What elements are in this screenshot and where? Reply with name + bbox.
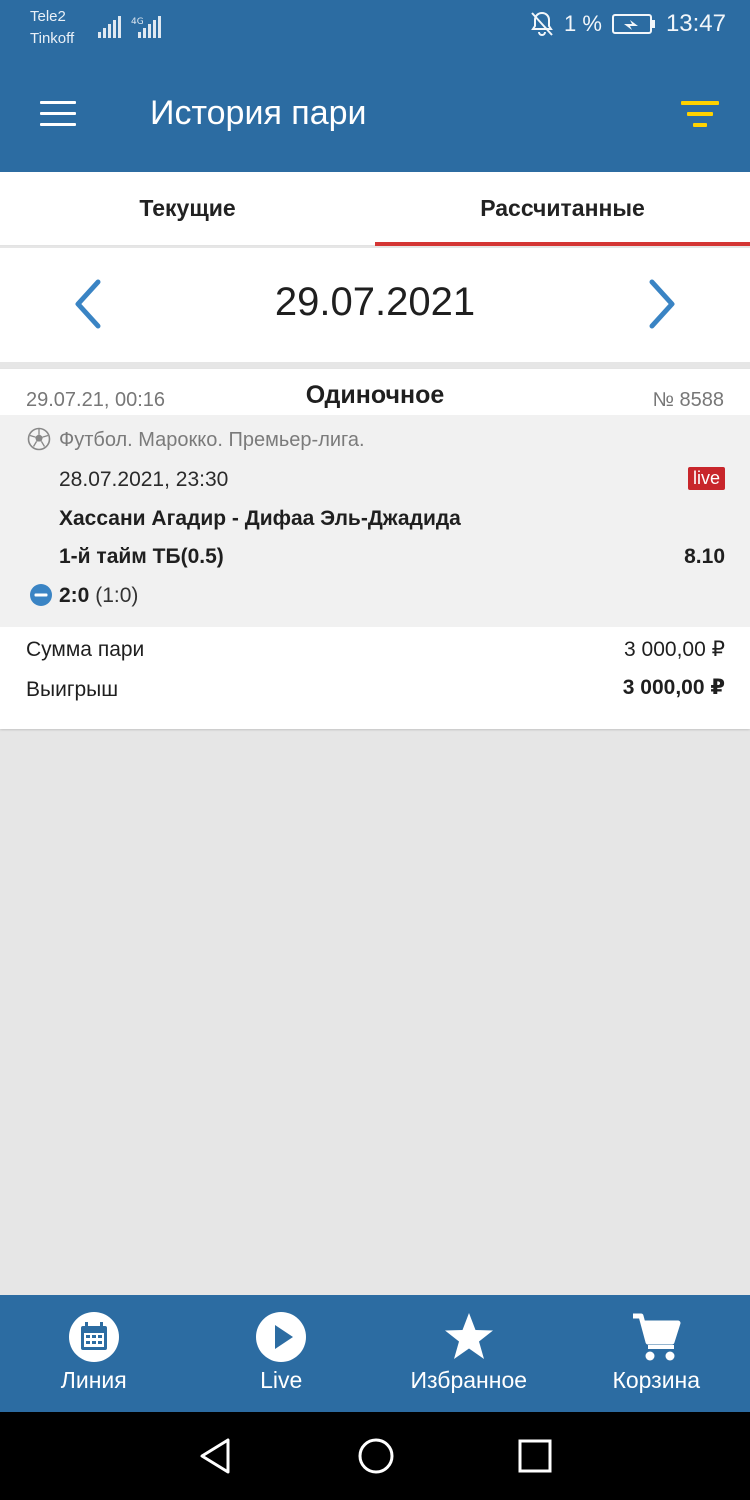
battery-charging-icon	[611, 14, 655, 34]
event-datetime: 28.07.2021, 23:30	[59, 468, 229, 491]
carrier-names: Tele2 Tinkoff	[30, 6, 74, 50]
back-icon[interactable]	[196, 1436, 236, 1476]
cart-icon	[633, 1313, 681, 1361]
stake-value: 3 000,00 ₽	[624, 638, 725, 661]
bet-event: Футбол. Марокко. Премьер-лига. 28.07.202…	[0, 415, 750, 627]
signal-icon: 4G	[98, 16, 161, 38]
league-name: Футбол. Марокко. Премьер-лига.	[59, 429, 365, 451]
tab-current[interactable]: Текущие	[0, 172, 375, 245]
bet-card-header: 29.07.21, 00:16 Одиночное № 8588	[0, 369, 750, 415]
carrier-1: Tele2	[30, 8, 66, 25]
notifications-off-icon	[531, 11, 553, 36]
nav-live-label: Live	[260, 1367, 303, 1393]
home-icon[interactable]	[356, 1436, 396, 1476]
nav-cart-label: Корзина	[612, 1367, 701, 1393]
bottom-navigation: Линия Live Избранное Корзина	[0, 1295, 750, 1412]
app-bar: История пари	[0, 56, 750, 172]
bet-market: 1-й тайм ТБ(0.5)	[59, 545, 224, 568]
nav-line[interactable]: Линия	[0, 1295, 188, 1412]
minus-circle-icon	[30, 584, 52, 606]
final-score: 2:0	[59, 584, 90, 607]
bet-type: Одиночное	[305, 381, 445, 409]
bet-card[interactable]: 29.07.21, 00:16 Одиночное № 8588 Футбол.…	[0, 369, 750, 729]
system-navigation-bar	[0, 1412, 750, 1500]
nav-favorites-label: Избранное	[410, 1367, 528, 1393]
match-score: 2:0 (1:0)	[59, 584, 138, 608]
live-badge: live	[687, 467, 725, 490]
nav-cart[interactable]: Корзина	[563, 1295, 750, 1412]
chevron-right-icon[interactable]	[634, 276, 686, 332]
recents-icon[interactable]	[515, 1436, 555, 1476]
match-title: Хассани Агадир - Дифаа Эль-Джадида	[59, 507, 461, 530]
bet-odds: 8.10	[684, 545, 725, 568]
network-type: 4G	[131, 17, 144, 27]
nav-live[interactable]: Live	[188, 1295, 376, 1412]
bet-number: № 8588	[652, 389, 724, 411]
filter-icon[interactable]	[678, 96, 722, 132]
tab-settled[interactable]: Рассчитанные	[375, 172, 750, 246]
half-time-score: (1:0)	[95, 584, 139, 607]
menu-icon[interactable]	[36, 96, 80, 132]
page-title: История пари	[150, 94, 367, 132]
stake-label: Сумма пари	[26, 638, 145, 661]
tabs: Текущие Рассчитанные	[0, 172, 750, 246]
calendar-icon	[68, 1312, 119, 1362]
win-label: Выигрыш	[26, 678, 119, 701]
nav-favorites[interactable]: Избранное	[375, 1295, 563, 1412]
date-navigator: 29.07.2021	[0, 248, 750, 362]
clock: 13:47	[665, 10, 726, 37]
win-value: 3 000,00 ₽	[622, 676, 725, 699]
carrier-2: Tinkoff	[30, 30, 75, 47]
play-icon	[256, 1312, 307, 1362]
star-icon	[444, 1313, 493, 1359]
nav-line-label: Линия	[60, 1367, 127, 1393]
battery-percent: 1 %	[564, 11, 602, 36]
status-bar: Tele2 Tinkoff 4G 1 % 13:47	[0, 0, 750, 56]
football-icon	[27, 427, 51, 451]
